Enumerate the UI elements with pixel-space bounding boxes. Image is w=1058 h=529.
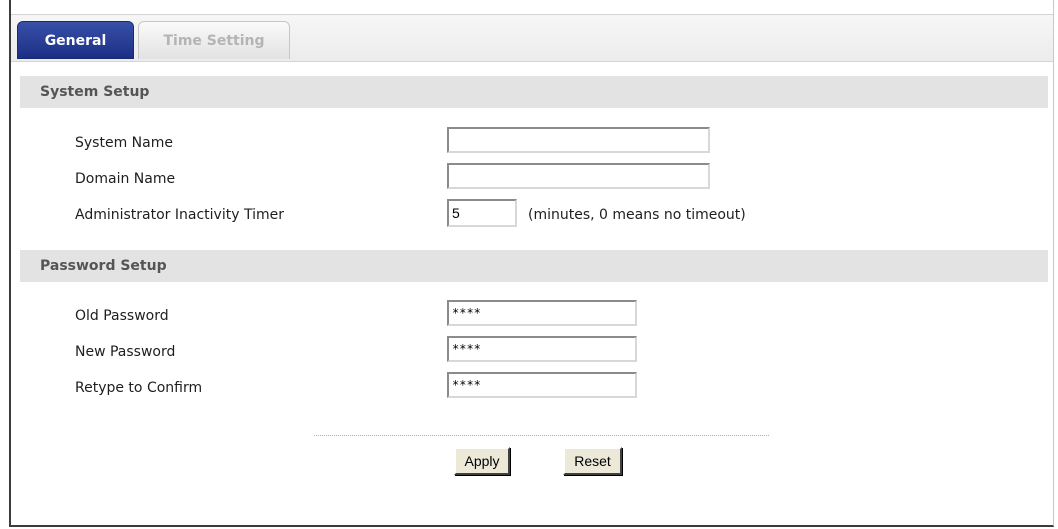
general-settings-page: General Time Setting System Setup System…: [0, 0, 1058, 529]
system-name-input[interactable]: [447, 127, 710, 153]
old-password-input[interactable]: [447, 300, 637, 326]
system-setup-header: System Setup: [20, 76, 1048, 108]
password-setup-header: Password Setup: [20, 250, 1048, 282]
content-frame: General Time Setting System Setup System…: [9, 0, 1054, 527]
apply-button[interactable]: Apply: [454, 447, 510, 475]
tab-general[interactable]: General: [17, 21, 134, 59]
new-password-label: New Password: [75, 344, 176, 360]
retype-password-label: Retype to Confirm: [75, 380, 203, 396]
inactivity-timer-input[interactable]: [447, 199, 517, 227]
domain-name-label: Domain Name: [75, 171, 176, 187]
divider: [314, 435, 769, 436]
retype-password-input[interactable]: [447, 372, 637, 398]
tab-bar: General Time Setting: [11, 14, 1053, 62]
system-name-label: System Name: [75, 135, 173, 151]
old-password-label: Old Password: [75, 308, 169, 324]
domain-name-input[interactable]: [447, 163, 710, 189]
inactivity-timer-label: Administrator Inactivity Timer: [75, 207, 284, 223]
reset-button[interactable]: Reset: [563, 447, 622, 475]
inactivity-timer-hint: (minutes, 0 means no timeout): [528, 207, 746, 223]
new-password-input[interactable]: [447, 336, 637, 362]
tab-time-setting[interactable]: Time Setting: [138, 21, 290, 59]
